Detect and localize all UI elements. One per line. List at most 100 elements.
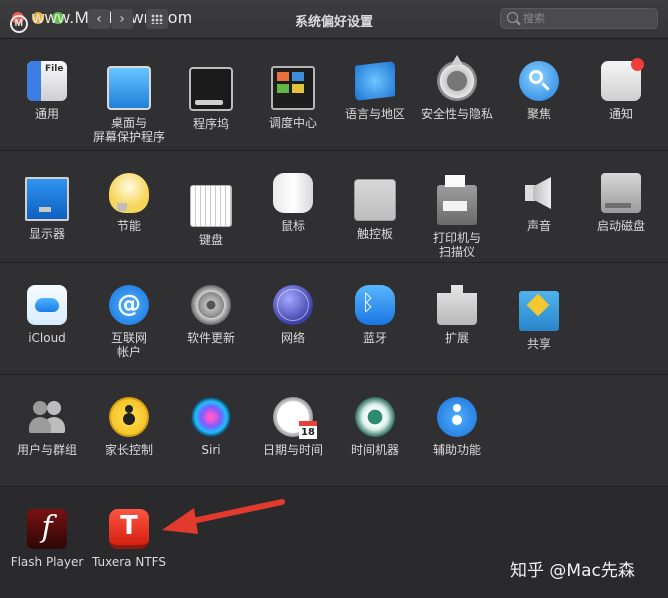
pane-label: 共享 bbox=[526, 337, 551, 351]
date-time-icon bbox=[273, 397, 317, 439]
extensions-icon bbox=[437, 285, 477, 325]
pane-mission-control[interactable]: 调度中心 bbox=[252, 61, 334, 130]
flash-player-icon bbox=[27, 509, 67, 549]
mission-control-icon bbox=[271, 66, 315, 110]
search-field[interactable] bbox=[500, 8, 658, 29]
search-icon bbox=[507, 12, 518, 23]
pane-desktop-screensaver[interactable]: 桌面与 屏幕保护程序 bbox=[88, 61, 170, 144]
pane-label: 打印机与 扫描仪 bbox=[432, 231, 481, 259]
pane-mouse[interactable]: 鼠标 bbox=[252, 173, 334, 233]
language-region-icon bbox=[355, 61, 395, 101]
footer-watermark: 知乎 @Mac先森 bbox=[510, 561, 635, 581]
preferences-row-other: Flash Player Tuxera NTFS bbox=[0, 487, 668, 598]
pane-tuxera-ntfs[interactable]: Tuxera NTFS bbox=[88, 509, 170, 569]
pane-displays[interactable]: 显示器 bbox=[6, 173, 88, 241]
pane-label: 语言与地区 bbox=[344, 107, 405, 121]
pane-label: 互联网 帐户 bbox=[110, 331, 147, 359]
pane-extensions[interactable]: 扩展 bbox=[416, 285, 498, 345]
pane-label: iCloud bbox=[28, 331, 66, 345]
pane-parental-controls[interactable]: 家长控制 bbox=[88, 397, 170, 457]
sharing-icon bbox=[519, 291, 559, 331]
security-icon bbox=[437, 61, 477, 101]
pane-label: 调度中心 bbox=[268, 116, 317, 130]
preferences-row-personal: 通用 桌面与 屏幕保护程序 程序坞 调度中心 语言与地区 安全性与隐私 聚焦 bbox=[0, 39, 668, 151]
pane-language-region[interactable]: 语言与地区 bbox=[334, 61, 416, 121]
network-icon bbox=[273, 285, 313, 325]
preferences-row-system: 用户与群组 家长控制 Siri 日期与时间 时间机器 辅助功能 bbox=[0, 375, 668, 487]
pane-users-groups[interactable]: 用户与群组 bbox=[6, 397, 88, 457]
internet-accounts-icon bbox=[109, 285, 149, 325]
pane-label: 节能 bbox=[116, 219, 141, 233]
bluetooth-icon bbox=[355, 285, 395, 325]
pane-label: 桌面与 屏幕保护程序 bbox=[92, 116, 165, 144]
energy-saver-icon bbox=[109, 173, 149, 213]
pane-security-privacy[interactable]: 安全性与隐私 bbox=[416, 61, 498, 121]
keyboard-icon bbox=[190, 185, 232, 227]
pane-date-time[interactable]: 日期与时间 bbox=[252, 397, 334, 457]
search-input[interactable] bbox=[523, 10, 653, 27]
pane-label: 日期与时间 bbox=[262, 443, 323, 457]
pane-energy-saver[interactable]: 节能 bbox=[88, 173, 170, 233]
sound-icon bbox=[519, 173, 559, 213]
pane-trackpad[interactable]: 触控板 bbox=[334, 173, 416, 241]
pane-bluetooth[interactable]: 蓝牙 bbox=[334, 285, 416, 345]
pane-label: 显示器 bbox=[28, 227, 65, 241]
pane-label: 启动磁盘 bbox=[596, 219, 645, 233]
pane-label: 键盘 bbox=[198, 233, 223, 247]
notifications-icon bbox=[601, 58, 644, 101]
pane-software-update[interactable]: 软件更新 bbox=[170, 285, 252, 345]
dock-icon bbox=[189, 67, 233, 111]
accessibility-icon bbox=[437, 397, 477, 437]
pane-label: 蓝牙 bbox=[362, 331, 387, 345]
pane-label: 用户与群组 bbox=[16, 443, 77, 457]
pane-label: 鼠标 bbox=[280, 219, 305, 233]
time-machine-icon bbox=[355, 397, 395, 437]
pane-notifications[interactable]: 通知 bbox=[580, 58, 662, 121]
icloud-icon bbox=[27, 285, 67, 325]
pane-label: 通知 bbox=[608, 107, 633, 121]
tuxera-ntfs-icon bbox=[109, 509, 149, 549]
parental-controls-icon bbox=[109, 397, 149, 437]
pane-label: 网络 bbox=[280, 331, 305, 345]
annotation-arrow-icon bbox=[162, 499, 285, 534]
startup-disk-icon bbox=[601, 173, 641, 213]
pane-spotlight[interactable]: 聚焦 bbox=[498, 61, 580, 121]
pane-label: Flash Player bbox=[10, 555, 84, 569]
pane-label: 通用 bbox=[34, 107, 59, 121]
pane-internet-accounts[interactable]: 互联网 帐户 bbox=[88, 285, 170, 359]
pane-label: 聚焦 bbox=[526, 107, 551, 121]
pane-icloud[interactable]: iCloud bbox=[6, 285, 88, 345]
software-update-icon bbox=[191, 285, 231, 325]
pane-dock[interactable]: 程序坞 bbox=[170, 61, 252, 131]
pane-label: 扩展 bbox=[444, 331, 469, 345]
printer-icon bbox=[437, 175, 477, 225]
pane-label: Tuxera NTFS bbox=[92, 555, 166, 569]
pane-label: 安全性与隐私 bbox=[420, 107, 493, 121]
pane-label: 声音 bbox=[526, 219, 551, 233]
display-icon bbox=[25, 177, 69, 221]
pane-printers-scanners[interactable]: 打印机与 扫描仪 bbox=[416, 173, 498, 259]
pane-accessibility[interactable]: 辅助功能 bbox=[416, 397, 498, 457]
pane-general[interactable]: 通用 bbox=[6, 61, 88, 121]
pane-label: 时间机器 bbox=[350, 443, 399, 457]
pane-time-machine[interactable]: 时间机器 bbox=[334, 397, 416, 457]
pane-label: 软件更新 bbox=[186, 331, 235, 345]
pane-label: Siri bbox=[201, 443, 221, 457]
preferences-row-internet: iCloud 互联网 帐户 软件更新 网络 蓝牙 扩展 共享 bbox=[0, 263, 668, 375]
pane-siri[interactable]: Siri bbox=[170, 397, 252, 457]
pane-keyboard[interactable]: 键盘 bbox=[170, 173, 252, 247]
system-preferences-window: Mwww.MacDown.com ‹ › 系统偏好设置 通用 桌面与 屏幕保护程… bbox=[0, 0, 668, 598]
siri-icon bbox=[191, 397, 231, 437]
general-icon bbox=[27, 61, 67, 101]
title-bar: Mwww.MacDown.com ‹ › 系统偏好设置 bbox=[0, 0, 668, 39]
pane-sound[interactable]: 声音 bbox=[498, 173, 580, 233]
pane-flash-player[interactable]: Flash Player bbox=[6, 509, 88, 569]
users-groups-icon bbox=[27, 397, 67, 437]
pane-network[interactable]: 网络 bbox=[252, 285, 334, 345]
trackpad-icon bbox=[354, 179, 396, 221]
preferences-row-hardware: 显示器 节能 键盘 鼠标 触控板 打印机与 扫描仪 声音 启动磁盘 bbox=[0, 151, 668, 263]
pane-label: 触控板 bbox=[356, 227, 393, 241]
pane-sharing[interactable]: 共享 bbox=[498, 285, 580, 351]
pane-startup-disk[interactable]: 启动磁盘 bbox=[580, 173, 662, 233]
pane-label: 家长控制 bbox=[104, 443, 153, 457]
